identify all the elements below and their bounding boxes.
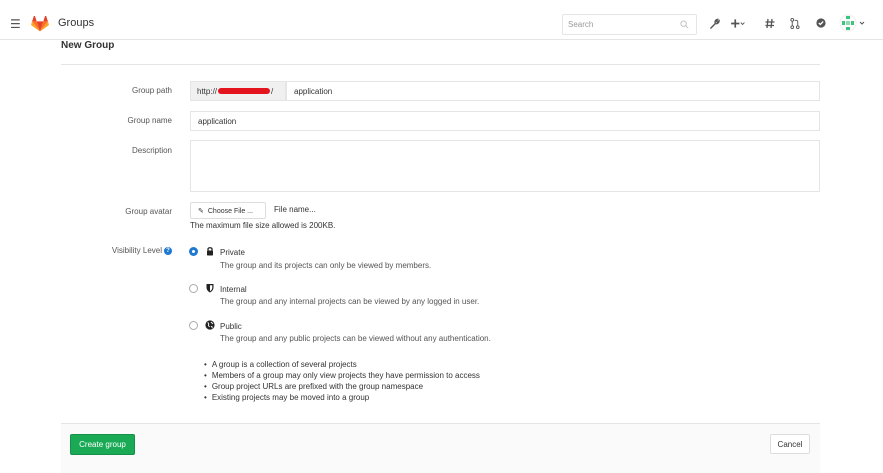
search-input[interactable] [562,14,697,35]
group-path-input[interactable] [286,81,820,101]
redacted-host [218,87,271,94]
cancel-button[interactable]: Cancel [770,434,810,454]
avatar[interactable] [839,14,867,35]
list-item: Group project URLs are prefixed with the… [204,381,480,392]
list-item: A group is a collection of several proje… [204,359,480,370]
group-name-input[interactable] [190,111,820,131]
app-title[interactable]: Groups [58,17,94,29]
group-name-label: Group name [127,116,172,125]
list-item: Members of a group may only view project… [204,370,480,381]
title-divider [61,64,820,65]
lock-icon [207,247,213,256]
visibility-level-label: Visibility Level? [0,246,172,255]
visibility-desc-private: The group and its projects can only be v… [220,261,432,270]
question-circle-icon[interactable]: ? [164,246,172,255]
search-icon[interactable] [680,20,689,29]
visibility-radio-internal[interactable] [189,284,198,293]
visibility-option-private[interactable]: Private [220,248,245,257]
merge-request-icon[interactable] [790,18,800,32]
group-path-prefix-end: / [271,87,274,96]
group-path-prefix-start: http:// [197,87,218,96]
shield-icon [206,284,214,293]
group-avatar-label: Group avatar [125,207,172,216]
description-textarea[interactable] [190,140,820,192]
group-path-label: Group path [131,86,172,95]
globe-icon [205,320,215,330]
list-item: Existing projects may be moved into a gr… [204,392,480,403]
choose-file-label: Choose File ... [207,207,254,215]
wrench-icon[interactable] [709,18,720,32]
avatar-size-help: The maximum file size allowed is 200KB. [190,221,336,230]
hamburger-icon[interactable]: ☰ [10,18,21,30]
visibility-radio-private[interactable] [189,247,198,256]
visibility-desc-internal: The group and any internal projects can … [220,297,480,306]
todo-check-icon[interactable] [816,18,826,31]
visibility-option-public[interactable]: Public [220,322,242,331]
group-notes-list: A group is a collection of several proje… [204,359,480,403]
paperclip-icon: ✎ [198,207,204,215]
page-title: New Group [61,40,115,51]
choose-file-button[interactable]: ✎ Choose File ... [190,202,266,219]
file-name-text: File name... [274,205,316,214]
visibility-desc-public: The group and any public projects can be… [220,334,491,343]
plus-icon[interactable] [730,18,746,32]
hash-icon[interactable] [765,18,775,32]
visibility-level-label-text: Visibility Level [111,246,162,255]
top-navbar: ☰ Groups [0,8,883,40]
group-path-prefix: http:// / [190,81,286,101]
visibility-radio-public[interactable] [189,321,198,330]
description-label: Description [131,146,172,155]
create-group-button[interactable]: Create group [70,434,135,455]
form-actions [61,423,820,473]
gitlab-logo[interactable] [31,16,49,32]
visibility-option-internal[interactable]: Internal [220,285,247,294]
